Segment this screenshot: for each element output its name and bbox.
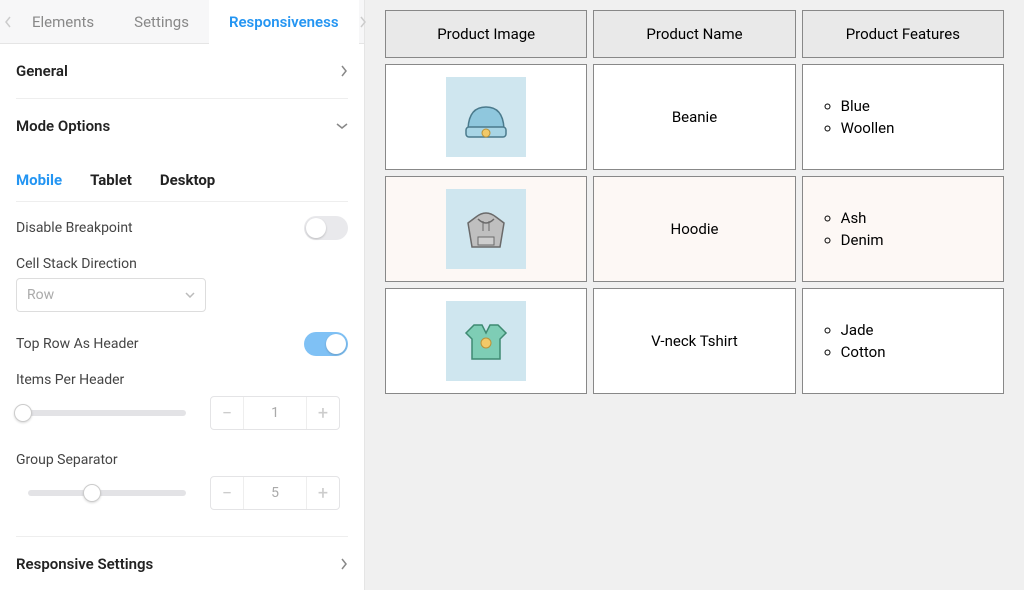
chevron-left-icon xyxy=(4,16,12,28)
items-per-header-stepper: − 1 + xyxy=(210,396,340,430)
disable-breakpoint-toggle[interactable] xyxy=(304,216,348,240)
mode-tabs: Mobile Tablet Desktop xyxy=(16,153,348,202)
hoodie-icon xyxy=(446,189,526,269)
table-header-features: Product Features xyxy=(802,10,1004,58)
cell-stack-direction-select[interactable]: Row xyxy=(16,278,206,312)
disable-breakpoint-label: Disable Breakpoint xyxy=(16,220,133,236)
table-cell-name: Beanie xyxy=(593,64,795,170)
beanie-icon xyxy=(446,77,526,157)
product-name: Beanie xyxy=(672,108,717,126)
top-row-as-header-label: Top Row As Header xyxy=(16,336,139,352)
section-responsive-settings-title: Responsive Settings xyxy=(16,555,153,573)
setting-top-row-as-header: Top Row As Header xyxy=(16,312,348,362)
toggle-knob xyxy=(306,218,326,238)
group-separator-slider[interactable] xyxy=(28,490,186,496)
items-per-header-slider[interactable] xyxy=(16,410,186,416)
stepper-decrement[interactable]: − xyxy=(211,403,243,424)
mode-tab-tablet[interactable]: Tablet xyxy=(90,171,132,189)
table-cell-image xyxy=(385,288,587,394)
top-row-as-header-toggle[interactable] xyxy=(304,332,348,356)
group-separator-stepper: − 5 + xyxy=(210,476,340,510)
feature-item: Woollen xyxy=(841,117,895,139)
tab-settings[interactable]: Settings xyxy=(114,0,209,44)
chevron-down-icon xyxy=(336,122,348,130)
feature-item: Denim xyxy=(841,229,884,251)
items-per-header-label: Items Per Header xyxy=(16,362,348,388)
chevron-down-icon xyxy=(185,292,195,298)
section-mode-options-title: Mode Options xyxy=(16,117,110,135)
section-responsive-settings[interactable]: Responsive Settings xyxy=(16,537,348,590)
group-separator-label: Group Separator xyxy=(16,436,348,468)
tab-responsiveness[interactable]: Responsiveness xyxy=(209,0,359,44)
table-cell-image xyxy=(385,176,587,282)
tshirt-icon xyxy=(446,301,526,381)
setting-disable-breakpoint: Disable Breakpoint xyxy=(16,202,348,246)
panel-body: General Mode Options Mobile Tablet Deskt… xyxy=(0,44,364,590)
table-cell-features: Ash Denim xyxy=(802,176,1004,282)
table-cell-features: Jade Cotton xyxy=(802,288,1004,394)
group-separator-control: − 5 + xyxy=(16,468,348,516)
stepper-increment[interactable]: + xyxy=(307,403,339,424)
items-per-header-value[interactable]: 1 xyxy=(243,397,307,429)
mode-tab-mobile[interactable]: Mobile xyxy=(16,171,62,189)
mode-tab-desktop[interactable]: Desktop xyxy=(160,171,215,189)
product-name: Hoodie xyxy=(671,220,719,238)
group-separator-value[interactable]: 5 xyxy=(243,477,307,509)
toggle-knob xyxy=(326,334,346,354)
product-table: Product Image Product Name Product Featu… xyxy=(385,10,1004,394)
chevron-right-icon xyxy=(340,65,348,77)
select-value: Row xyxy=(27,287,54,303)
section-general-title: General xyxy=(16,62,68,80)
stepper-increment[interactable]: + xyxy=(307,483,339,504)
table-cell-name: Hoodie xyxy=(593,176,795,282)
product-name: V-neck Tshirt xyxy=(651,332,738,350)
table-cell-features: Blue Woollen xyxy=(802,64,1004,170)
tab-elements[interactable]: Elements xyxy=(12,0,114,44)
feature-item: Ash xyxy=(841,207,884,229)
slider-thumb[interactable] xyxy=(14,404,32,422)
items-per-header-control: − 1 + xyxy=(16,388,348,436)
feature-item: Jade xyxy=(841,319,886,341)
chevron-right-icon xyxy=(340,558,348,570)
table-cell-name: V-neck Tshirt xyxy=(593,288,795,394)
table-cell-image xyxy=(385,64,587,170)
sidebar-tabs: Elements Settings Responsiveness xyxy=(0,0,364,44)
table-header-image: Product Image xyxy=(385,10,587,58)
settings-sidebar: Elements Settings Responsiveness General… xyxy=(0,0,365,590)
tab-scroll-left[interactable] xyxy=(4,0,12,44)
feature-item: Blue xyxy=(841,95,895,117)
feature-item: Cotton xyxy=(841,341,886,363)
stepper-decrement[interactable]: − xyxy=(211,483,243,504)
canvas-preview: Product Image Product Name Product Featu… xyxy=(365,0,1024,590)
section-general[interactable]: General xyxy=(16,44,348,99)
cell-stack-direction-label: Cell Stack Direction xyxy=(16,246,348,272)
slider-thumb[interactable] xyxy=(83,484,101,502)
table-header-name: Product Name xyxy=(593,10,795,58)
section-mode-options[interactable]: Mode Options xyxy=(16,99,348,153)
